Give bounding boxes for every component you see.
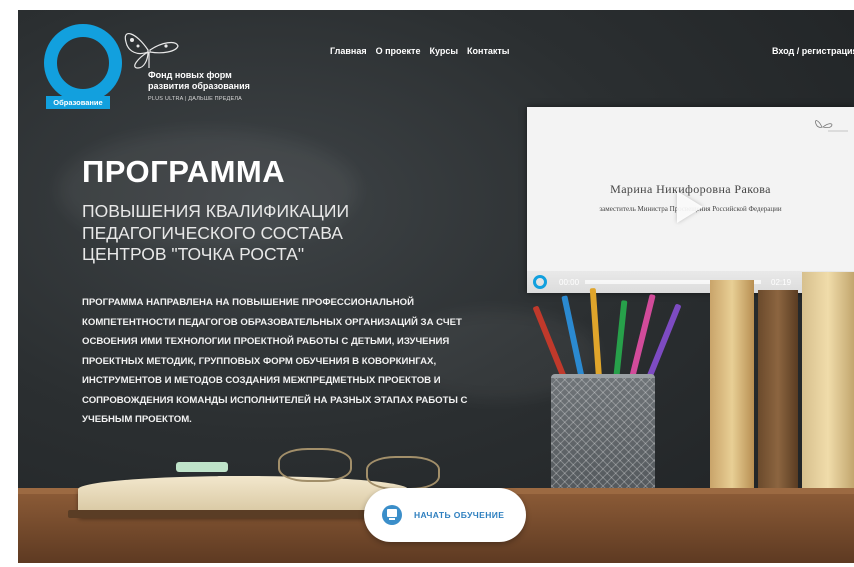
duration: 02:19 (771, 277, 792, 287)
nav-item-courses[interactable]: Курсы (429, 46, 458, 56)
program-description: ПРОГРАММА НАПРАВЛЕНА НА ПОВЫШЕНИЕ ПРОФЕС… (82, 297, 468, 425)
start-learning-label: НАЧАТЬ ОБУЧЕНИЕ (414, 510, 505, 520)
butterfly-watermark-icon (815, 120, 848, 132)
play-icon[interactable] (677, 191, 703, 223)
nav-item-about[interactable]: О проекте (376, 46, 421, 56)
player-logo-icon (533, 275, 547, 289)
main-nav: Главная О проекте Курсы Контакты (330, 46, 510, 56)
glasses-lens (366, 456, 440, 490)
video-player[interactable]: Марина Никифоровна Ракова заместитель Ми… (527, 107, 854, 293)
book-spine (802, 272, 854, 522)
nav-item-home[interactable]: Главная (330, 46, 367, 56)
login-link[interactable]: Вход / регистрация (772, 46, 854, 56)
hero-banner: Образование Фонд новых форм развития обр… (18, 10, 854, 563)
fund-motto: PLUS ULTRA | ДАЛЬШЕ ПРЕДЕЛА (148, 96, 243, 102)
glasses-lens (278, 448, 352, 482)
ring-logo-icon[interactable] (44, 24, 122, 102)
butterfly-icon (124, 33, 179, 69)
page-subtitle: ПОВЫШЕНИЯ КВАЛИФИКАЦИИ ПЕДАГОГИЧЕСКОГО С… (82, 201, 350, 264)
current-time: 00:00 (559, 277, 580, 287)
chalk-piece (176, 462, 228, 472)
start-learning-button[interactable]: НАЧАТЬ ОБУЧЕНИЕ (364, 488, 526, 542)
page-title: ПРОГРАММА (82, 154, 286, 189)
fund-title: Фонд новых форм развития образования (148, 70, 250, 91)
logo-tag: Образование (46, 96, 110, 109)
nav-item-contacts[interactable]: Контакты (467, 46, 509, 56)
screen-icon (382, 505, 402, 525)
